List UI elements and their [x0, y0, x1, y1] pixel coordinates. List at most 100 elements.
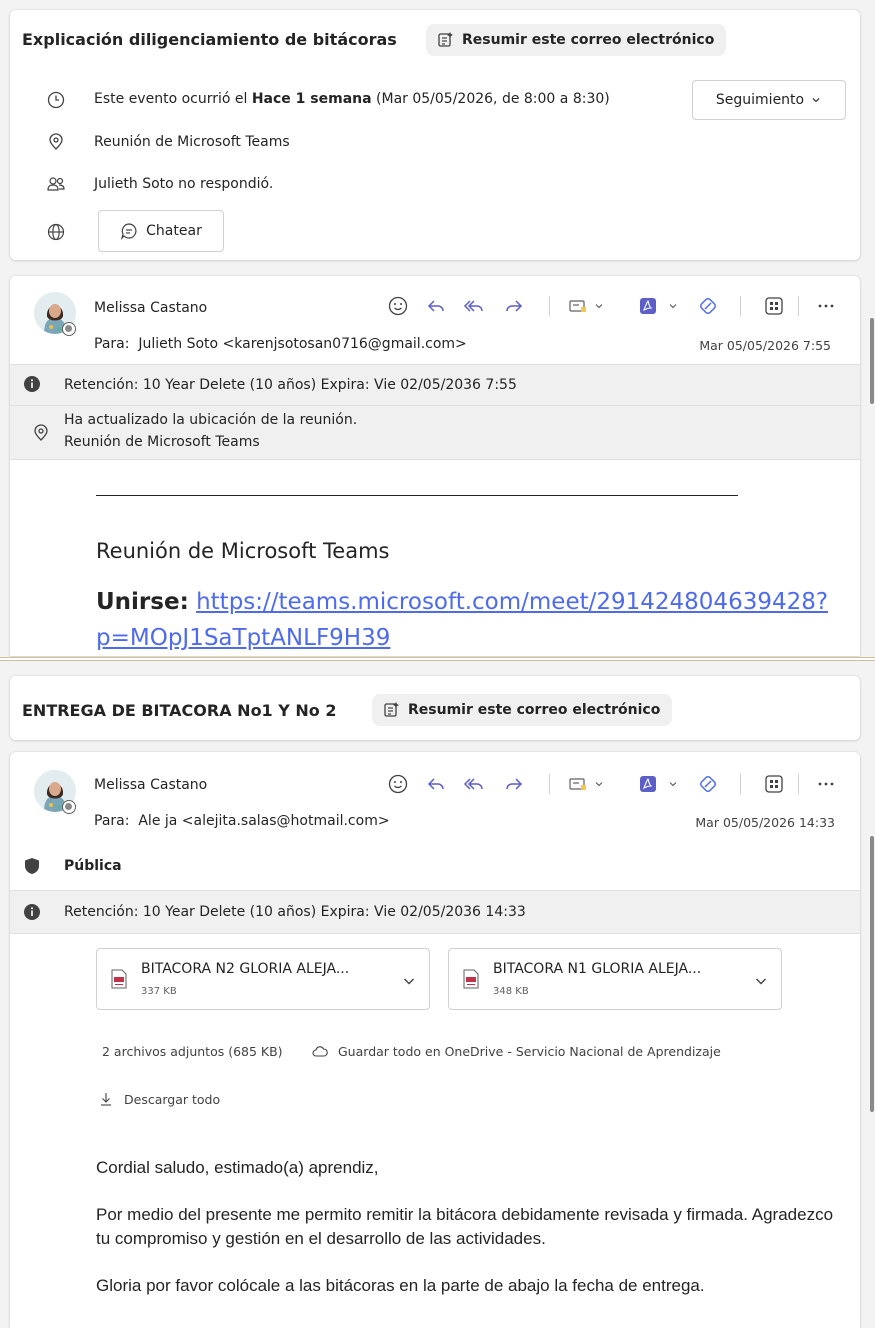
recipient[interactable]: Julieth Soto <karenjsotosan0716@gmail.co…: [138, 336, 466, 352]
toolbar-divider: [740, 774, 741, 794]
forward-icon[interactable]: [502, 772, 526, 796]
pdf-icon[interactable]: [636, 294, 660, 318]
apps-icon[interactable]: [762, 772, 786, 796]
location-icon: [44, 130, 68, 154]
chevron-down-icon[interactable]: [666, 774, 680, 794]
info-icon: [22, 374, 42, 394]
to-label: Para:: [94, 813, 130, 829]
more-options-icon[interactable]: [814, 294, 838, 318]
location-update-line: Ha actualizado la ubicación de la reunió…: [64, 412, 358, 428]
body-paragraph: Por medio del presente me permito remiti…: [96, 1205, 834, 1248]
emoji-icon[interactable]: [386, 294, 410, 318]
location-icon: [30, 422, 52, 444]
loop-icon[interactable]: [696, 772, 720, 796]
to-line: Para: Julieth Soto <karenjsotosan0716@gm…: [94, 336, 467, 352]
join-link-continuation[interactable]: p=MOpJ1SaTptANLF9H39: [96, 625, 390, 651]
event-relative-time: Hace 1 semana: [251, 91, 372, 107]
follow-up-label: Seguimiento: [715, 92, 805, 108]
attachment-size: 337 KB: [141, 986, 177, 997]
email-subject: Explicación diligenciamiento de bitácora…: [22, 30, 397, 49]
join-line: Unirse: https://teams.microsoft.com/meet…: [96, 584, 828, 656]
pdf-icon[interactable]: [636, 772, 660, 796]
toolbar-divider: [798, 774, 799, 794]
to-label: Para:: [94, 336, 130, 352]
reply-all-icon[interactable]: [462, 772, 486, 796]
chevron-down-icon[interactable]: [666, 296, 680, 316]
attachments-summary: 2 archivos adjuntos (685 KB): [102, 1044, 283, 1059]
shield-icon: [22, 856, 42, 876]
forward-icon[interactable]: [502, 294, 526, 318]
reply-all-icon[interactable]: [462, 294, 486, 318]
toolbar-divider: [549, 296, 550, 316]
presence-status-icon: [62, 322, 76, 336]
event-datetime: (Mar 05/05/2026, de 8:00 a 8:30): [371, 91, 610, 107]
people-icon: [44, 172, 68, 196]
join-label: Unirse:: [96, 589, 189, 615]
move-to-icon[interactable]: [566, 294, 590, 318]
location-update-value: Reunión de Microsoft Teams: [64, 434, 260, 450]
save-to-onedrive-link[interactable]: Guardar todo en OneDrive - Servicio Naci…: [338, 1044, 721, 1059]
scrollbar-thumb[interactable]: [870, 836, 874, 1112]
divider-line: [96, 495, 738, 496]
to-line: Para: Ale ja <alejita.salas@hotmail.com>: [94, 813, 390, 829]
toolbar-divider: [798, 296, 799, 316]
summarize-label: Resumir este correo electrónico: [408, 702, 661, 718]
attendee-name[interactable]: Julieth Soto: [94, 176, 174, 192]
loop-icon[interactable]: [696, 294, 720, 318]
toolbar-divider: [740, 296, 741, 316]
join-link[interactable]: https://teams.microsoft.com/meet/2914248…: [196, 589, 828, 615]
chevron-down-icon[interactable]: [592, 774, 606, 794]
presence-status-icon: [62, 800, 76, 814]
chevron-down-icon[interactable]: [592, 296, 606, 316]
follow-up-dropdown[interactable]: Seguimiento: [692, 80, 846, 120]
clock-icon: [44, 88, 68, 112]
chevron-down-icon: [812, 98, 820, 103]
download-icon: [98, 1090, 114, 1108]
attachment-name: BITACORA N1 GLORIA ALEJA...: [493, 961, 702, 977]
summarize-icon: [438, 32, 453, 47]
more-options-icon[interactable]: [814, 772, 838, 796]
greeting: Cordial saludo, estimado(a) aprendiz,: [96, 1158, 379, 1177]
chat-label: Chatear: [146, 223, 202, 239]
summarize-email-button[interactable]: Resumir este correo electrónico: [372, 694, 673, 726]
section-divider: [0, 657, 875, 661]
emoji-icon[interactable]: [386, 772, 410, 796]
download-all-link[interactable]: Descargar todo: [124, 1092, 220, 1107]
attendee-response: no respondió.: [173, 176, 274, 192]
event-time-text: Este evento ocurrió el Hace 1 semana (Ma…: [94, 91, 610, 107]
retention-text: Retención: 10 Year Delete (10 años) Expi…: [64, 377, 517, 393]
info-icon: [22, 902, 42, 922]
event-prefix: Este evento ocurrió el: [94, 91, 252, 107]
cloud-icon: [310, 1042, 330, 1060]
attachment-card[interactable]: BITACORA N1 GLORIA ALEJA... 348 KB: [448, 948, 782, 1010]
message-date: Mar 05/05/2026 14:33: [695, 815, 835, 830]
apps-icon[interactable]: [762, 294, 786, 318]
email-subject: ENTREGA DE BITACORA No1 Y No 2: [22, 701, 337, 720]
toolbar-divider: [549, 774, 550, 794]
recipient[interactable]: Ale ja <alejita.salas@hotmail.com>: [138, 813, 389, 829]
scrollbar-thumb[interactable]: [870, 318, 874, 404]
teams-heading: Reunión de Microsoft Teams: [96, 539, 390, 563]
attachment-name: BITACORA N2 GLORIA ALEJA...: [141, 961, 350, 977]
reply-icon[interactable]: [424, 294, 448, 318]
chat-button[interactable]: Chatear: [98, 210, 224, 252]
sensitivity-label[interactable]: Pública: [64, 858, 122, 874]
attendee-status: Julieth Soto no respondió.: [94, 176, 273, 192]
pdf-file-icon: [461, 967, 481, 991]
chat-icon: [121, 223, 137, 240]
retention-text: Retención: 10 Year Delete (10 años) Expi…: [64, 904, 526, 920]
summarize-icon: [384, 702, 399, 717]
pdf-file-icon: [109, 967, 129, 991]
sender-name[interactable]: Melissa Castano: [94, 777, 207, 793]
summarize-label: Resumir este correo electrónico: [462, 32, 715, 48]
event-location: Reunión de Microsoft Teams: [94, 134, 290, 150]
chevron-down-icon[interactable]: [749, 969, 773, 993]
reply-icon[interactable]: [424, 772, 448, 796]
move-to-icon[interactable]: [566, 772, 590, 796]
chevron-down-icon[interactable]: [397, 969, 421, 993]
attachment-card[interactable]: BITACORA N2 GLORIA ALEJA... 337 KB: [96, 948, 430, 1010]
sender-name[interactable]: Melissa Castano: [94, 300, 207, 316]
summarize-email-button[interactable]: Resumir este correo electrónico: [426, 24, 727, 56]
message-date: Mar 05/05/2026 7:55: [699, 338, 831, 353]
attachment-size: 348 KB: [493, 986, 529, 997]
